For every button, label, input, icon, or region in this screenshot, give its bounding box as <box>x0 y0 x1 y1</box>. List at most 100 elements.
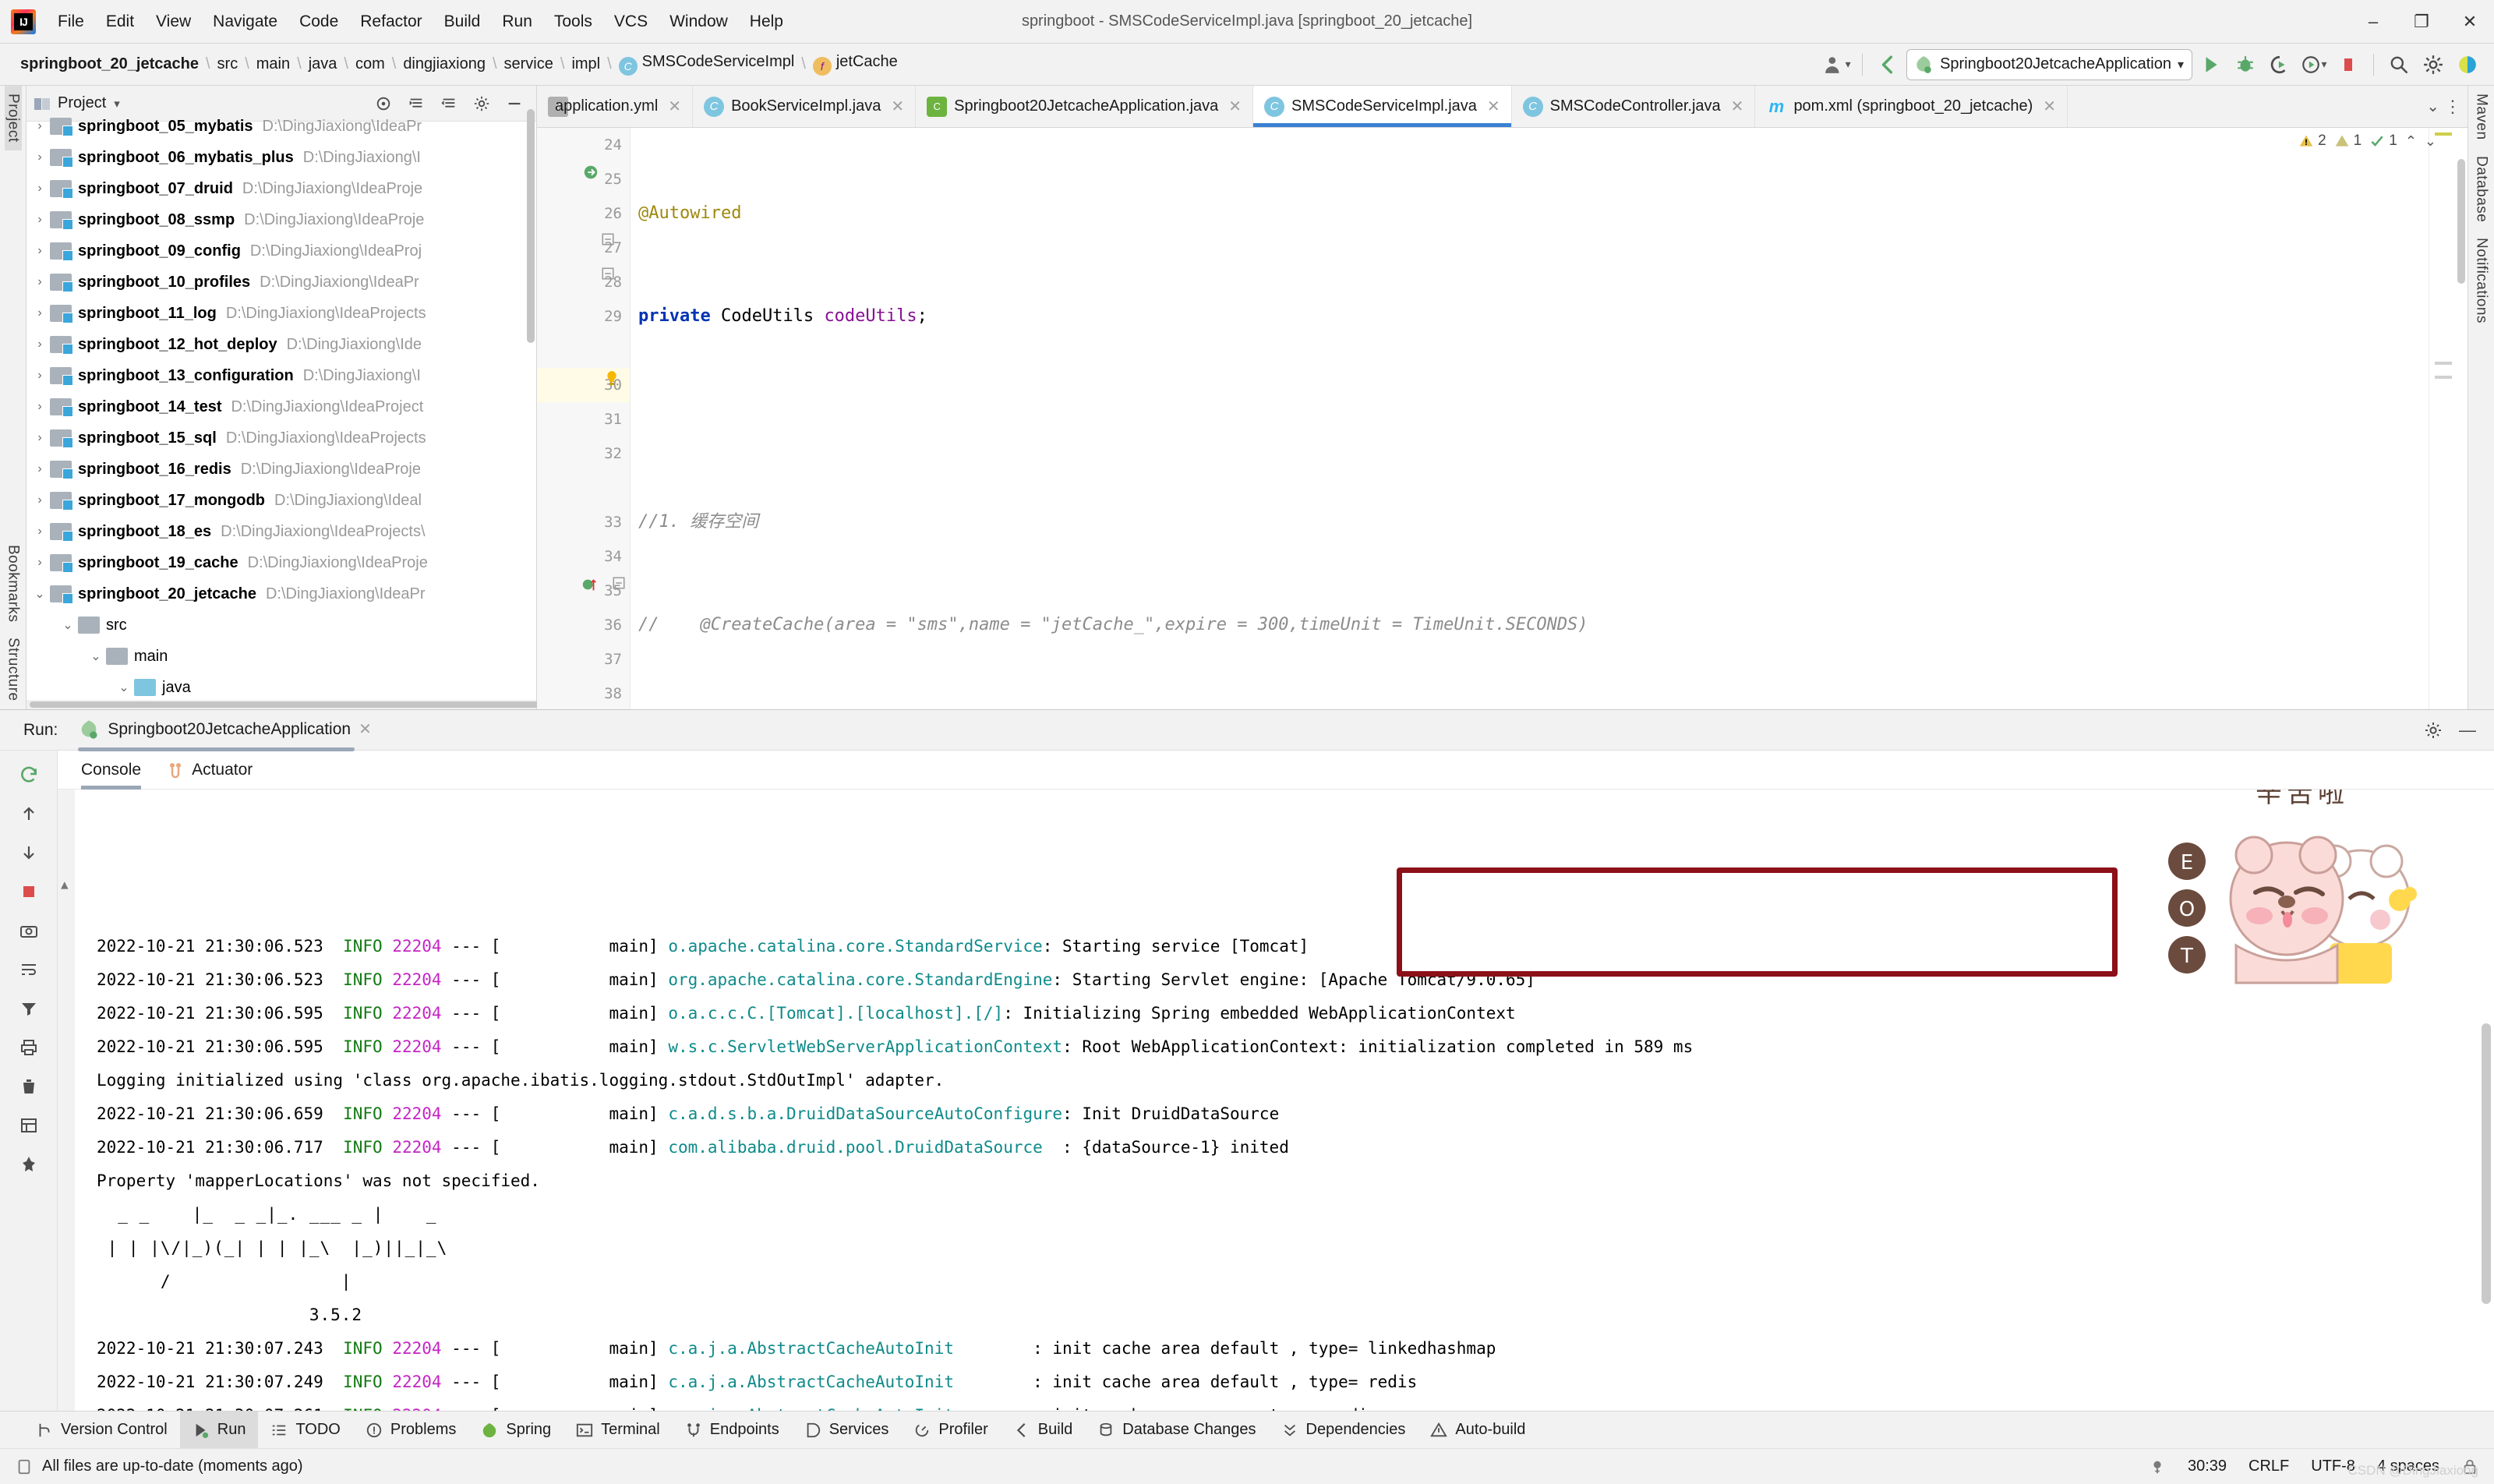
breadcrumb-item-dingjiaxiong[interactable]: dingjiaxiong <box>398 54 490 75</box>
tool-button-terminal[interactable]: Terminal <box>563 1412 673 1449</box>
layout-icon[interactable] <box>11 1108 47 1143</box>
lock-icon[interactable] <box>2461 1458 2478 1475</box>
run-session-tab[interactable]: Springboot20JetcacheApplication ✕ <box>78 719 372 751</box>
tool-button-version-control[interactable]: Version Control <box>23 1412 180 1449</box>
chevron-right-icon[interactable]: › <box>30 119 50 133</box>
breadcrumb-item-impl[interactable]: impl <box>567 54 605 75</box>
tree-node[interactable]: › springboot_14_test D:\DingJiaxiong\IdeaP… <box>26 391 536 422</box>
editor-tab-smscodeserviceimpl[interactable]: C SMSCodeServiceImpl.java ✕ <box>1253 86 1512 127</box>
caret-position[interactable]: 30:39 <box>2188 1458 2227 1475</box>
editor-gutter[interactable]: 242526272829303132333435363738 <box>537 128 631 709</box>
tool-button-spring[interactable]: Spring <box>468 1412 563 1449</box>
run-configuration-selector[interactable]: Springboot20JetcacheApplication ▾ <box>1906 48 2192 80</box>
tool-button-services[interactable]: Services <box>792 1412 902 1449</box>
chevron-down-icon[interactable]: ⌄ <box>2426 97 2439 116</box>
chevron-right-icon[interactable]: › <box>30 337 50 352</box>
breadcrumb-item-field[interactable]: f jetCache <box>808 51 903 77</box>
trash-icon[interactable] <box>11 1069 47 1104</box>
chevron-right-icon[interactable]: › <box>30 556 50 570</box>
gutter-line[interactable]: 26 <box>537 196 630 231</box>
tree-node[interactable]: › springboot_09_config D:\DingJiaxiong\Ide… <box>26 235 536 267</box>
console-output[interactable]: ▲ 2022-10-21 21:30:06.523 INFO 22204 ---… <box>58 790 2494 1411</box>
editor-tab-smscodecontroller[interactable]: C SMSCodeController.java ✕ <box>1512 86 1756 127</box>
tree-node[interactable]: › springboot_12_hot_deploy D:\DingJiaxiong… <box>26 329 536 360</box>
tree-node[interactable]: › springboot_11_log D:\DingJiaxiong\IdeaPr… <box>26 298 536 329</box>
settings-gear-icon[interactable] <box>2418 715 2449 746</box>
fold-region-icon[interactable] <box>601 267 615 281</box>
stop-icon[interactable] <box>11 874 47 910</box>
gutter-line[interactable]: 24 <box>537 128 630 162</box>
close-icon[interactable]: ✕ <box>668 97 681 116</box>
project-tree[interactable]: › springboot_05_mybatis D:\DingJiaxiong\Id… <box>26 108 536 700</box>
tab-console[interactable]: Console <box>81 751 142 790</box>
menu-run[interactable]: Run <box>491 8 543 36</box>
fold-region-icon[interactable] <box>601 232 615 246</box>
tree-node[interactable]: › springboot_10_profiles D:\DingJiaxiong\I… <box>26 267 536 298</box>
tool-button-auto-build[interactable]: Auto-build <box>1418 1412 1538 1449</box>
editor-scrollbar[interactable] <box>2455 128 2468 709</box>
chevron-right-icon[interactable]: › <box>30 275 50 289</box>
close-icon[interactable]: ✕ <box>359 719 372 739</box>
implementing-method-icon[interactable] <box>582 164 599 181</box>
breadcrumb-item-com[interactable]: com <box>351 54 390 75</box>
tool-button-project[interactable]: Project <box>4 86 22 150</box>
close-icon[interactable]: ✕ <box>891 97 904 116</box>
chevron-down-icon[interactable]: ⌄ <box>114 680 134 695</box>
breadcrumb-item-src[interactable]: src <box>213 54 243 75</box>
gutter-line[interactable]: 37 <box>537 642 630 677</box>
tree-node[interactable]: › springboot_08_ssmp D:\DingJiaxiong\IdeaP… <box>26 204 536 235</box>
close-button[interactable]: ✕ <box>2446 0 2494 44</box>
editor-scrollbar-thumb[interactable] <box>2457 159 2465 284</box>
gutter-line[interactable]: 28 <box>537 265 630 299</box>
hide-panel-icon[interactable]: — <box>2452 715 2483 746</box>
line-separator[interactable]: CRLF <box>2248 1458 2289 1475</box>
editor-tab-pom-xml[interactable]: m pom.xml (springboot_20_jetcache) ✕ <box>1755 86 2068 127</box>
menu-bar[interactable]: File Edit View Navigate Code Refactor Bu… <box>47 8 794 36</box>
tool-button-bookmarks[interactable]: Bookmarks <box>5 537 22 631</box>
gutter-line[interactable]: 27 <box>537 231 630 265</box>
menu-window[interactable]: Window <box>659 8 739 36</box>
tool-button-profiler[interactable]: Profiler <box>901 1412 1000 1449</box>
tree-node[interactable]: ⌄ springboot_20_jetcache D:\DingJiaxiong\I… <box>26 578 536 610</box>
tree-scrollbar[interactable] <box>527 109 535 343</box>
tree-node[interactable]: ⌄ main <box>26 641 536 672</box>
breadcrumb-item-project[interactable]: springboot_20_jetcache <box>16 54 203 75</box>
editor-tab-bookserviceimpl[interactable]: C BookServiceImpl.java ✕ <box>693 86 917 127</box>
chevron-right-icon[interactable]: › <box>30 525 50 539</box>
breadcrumb-item-service[interactable]: service <box>500 54 558 75</box>
tree-node[interactable]: ⌄ java <box>26 672 536 700</box>
inspection-widget[interactable]: 2 1 1 ⌃ ⌄ <box>2298 132 2436 150</box>
stop-icon[interactable] <box>2333 49 2364 80</box>
chevron-right-icon[interactable]: › <box>30 400 50 414</box>
close-icon[interactable]: ✕ <box>1731 97 1744 116</box>
tree-node[interactable]: › springboot_06_mybatis_plus D:\DingJiaxio… <box>26 142 536 173</box>
menu-vcs[interactable]: VCS <box>603 8 659 36</box>
gutter-line[interactable]: 38 <box>537 677 630 709</box>
chevron-right-icon[interactable]: › <box>30 369 50 383</box>
scroll-up-icon[interactable] <box>11 796 47 832</box>
tool-button-run[interactable]: Run <box>179 1411 259 1449</box>
menu-navigate[interactable]: Navigate <box>202 8 288 36</box>
breadcrumb-item-main[interactable]: main <box>252 54 295 75</box>
tree-node[interactable]: › springboot_07_druid D:\DingJiaxiong\Idea… <box>26 173 536 204</box>
tree-horizontal-scrollbar[interactable] <box>26 700 544 709</box>
tool-button-todo[interactable]: TODO <box>258 1412 352 1449</box>
chevron-down-icon[interactable]: ⌄ <box>58 617 78 633</box>
minimize-button[interactable]: – <box>2349 0 2397 44</box>
memory-indicator-icon[interactable] <box>2149 1458 2166 1475</box>
menu-build[interactable]: Build <box>433 8 492 36</box>
tree-node[interactable]: › springboot_15_sql D:\DingJiaxiong\IdeaPr… <box>26 422 536 454</box>
maximize-button[interactable]: ❐ <box>2397 0 2446 44</box>
chevron-right-icon[interactable]: › <box>30 431 50 445</box>
gutter-line[interactable]: 31 <box>537 402 630 436</box>
tool-button-maven[interactable]: Maven <box>2473 86 2490 148</box>
menu-edit[interactable]: Edit <box>95 8 145 36</box>
chevron-right-icon[interactable]: › <box>30 244 50 258</box>
gutter-line[interactable] <box>537 471 630 505</box>
tool-button-database[interactable]: Database <box>2473 148 2490 230</box>
chevron-right-icon[interactable]: › <box>30 493 50 507</box>
more-options-icon[interactable]: ⋮ <box>2444 97 2461 117</box>
camera-icon[interactable] <box>11 913 47 949</box>
chevron-down-icon[interactable]: ⌄ <box>30 586 50 602</box>
fold-region-icon[interactable] <box>612 576 626 590</box>
